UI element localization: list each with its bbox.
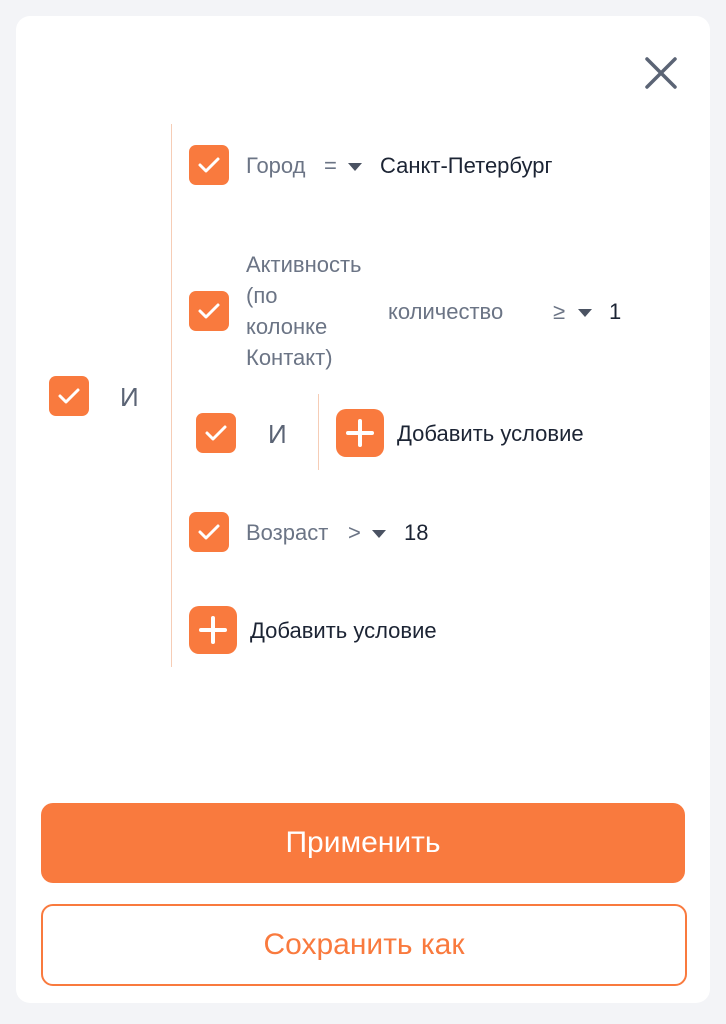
condition-activity-field-line: Активность: [246, 252, 362, 277]
condition-activity-value[interactable]: 1: [609, 299, 621, 325]
caret-down-icon[interactable]: [372, 530, 386, 538]
check-icon: [205, 425, 227, 441]
plus-icon: [199, 616, 227, 644]
condition-age-field[interactable]: Возраст: [246, 520, 328, 546]
condition-activity-aggregate[interactable]: количество: [388, 299, 503, 325]
condition-city-value[interactable]: Санкт-Петербург: [380, 153, 553, 179]
subgroup-checkbox[interactable]: [196, 413, 236, 453]
add-condition-button[interactable]: [189, 606, 237, 654]
check-icon: [198, 524, 220, 540]
add-condition-label[interactable]: Добавить условие: [250, 618, 437, 644]
close-icon: [645, 57, 677, 89]
condition-activity-field[interactable]: Активность (по колонке Контакт): [246, 249, 376, 373]
subgroup-divider: [318, 394, 319, 470]
root-group-divider: [171, 124, 172, 667]
condition-city-operator[interactable]: =: [324, 153, 337, 179]
subgroup-add-condition-button[interactable]: [336, 409, 384, 457]
caret-down-icon[interactable]: [578, 309, 592, 317]
condition-age-operator[interactable]: >: [348, 520, 361, 546]
condition-city-checkbox[interactable]: [189, 145, 229, 185]
save-as-button[interactable]: Сохранить как: [41, 904, 687, 986]
condition-age-value[interactable]: 18: [404, 520, 428, 546]
root-group-checkbox[interactable]: [49, 376, 89, 416]
subgroup-add-condition-label[interactable]: Добавить условие: [397, 421, 584, 447]
condition-age-checkbox[interactable]: [189, 512, 229, 552]
condition-city-field[interactable]: Город: [246, 153, 306, 179]
condition-activity-field-line: (по: [246, 283, 278, 308]
root-logic-operator[interactable]: И: [120, 382, 139, 413]
check-icon: [198, 303, 220, 319]
check-icon: [198, 157, 220, 173]
condition-activity-checkbox[interactable]: [189, 291, 229, 331]
plus-icon: [346, 419, 374, 447]
condition-activity-field-line: колонке: [246, 314, 328, 339]
subgroup-logic-operator[interactable]: И: [268, 419, 287, 450]
condition-activity-operator[interactable]: ≥: [553, 299, 565, 325]
apply-button[interactable]: Применить: [41, 803, 685, 883]
check-icon: [58, 388, 80, 404]
caret-down-icon[interactable]: [348, 163, 362, 171]
close-button[interactable]: [638, 50, 684, 96]
condition-activity-field-line: Контакт): [246, 345, 333, 370]
